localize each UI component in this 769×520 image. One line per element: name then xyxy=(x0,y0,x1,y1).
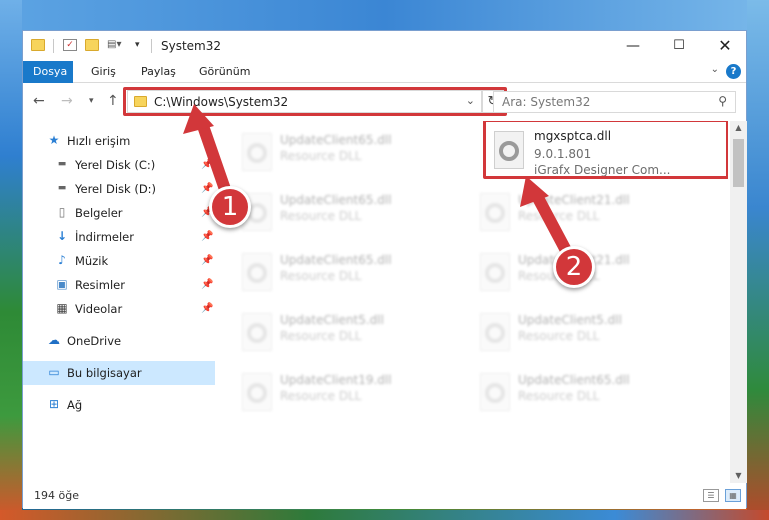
callout-badge-2: 2 xyxy=(553,246,595,288)
callout-arrow-2 xyxy=(520,176,576,264)
callout-arrow-1 xyxy=(183,104,234,204)
callout-badge-1: 1 xyxy=(209,186,251,228)
callout-arrows xyxy=(183,104,576,264)
